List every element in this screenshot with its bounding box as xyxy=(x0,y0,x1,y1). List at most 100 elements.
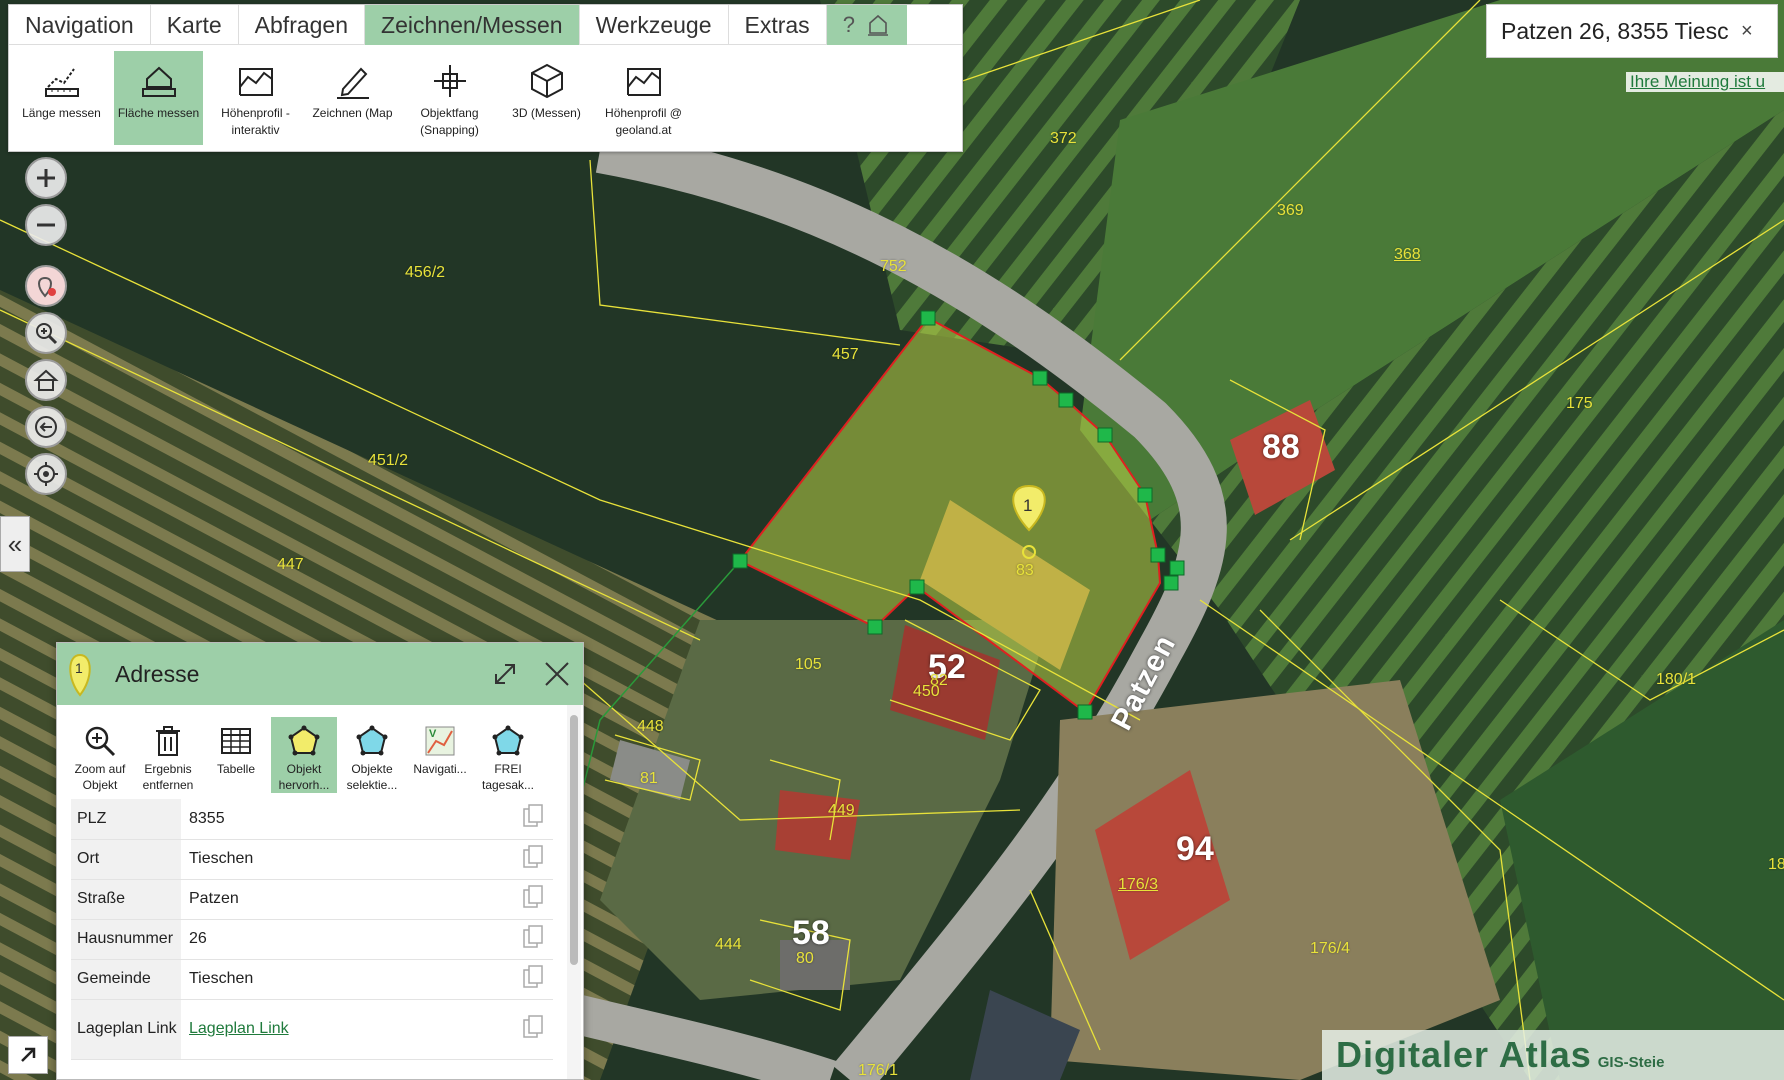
panel-scrollbar[interactable] xyxy=(567,705,581,1079)
attribute-value-cell: Tieschen xyxy=(181,959,513,1000)
tab-zeichnen-messen[interactable]: Zeichnen/Messen xyxy=(365,5,580,45)
house-number: 88 xyxy=(1262,428,1300,466)
tool-label: 3D (Messen) xyxy=(512,106,581,120)
zoom-box-button[interactable] xyxy=(25,312,67,354)
lageplan-link[interactable]: Lageplan Link xyxy=(189,1020,289,1037)
parcel-label: 456/2 xyxy=(405,264,446,281)
parcel-label: 105 xyxy=(795,656,822,673)
tool-label: Höhenprofil - interaktiv xyxy=(221,106,290,137)
area-measure-icon xyxy=(141,66,176,97)
pin-remove-icon xyxy=(38,276,56,298)
snapping-crosshair-icon xyxy=(433,65,466,97)
copy-button[interactable] xyxy=(513,799,553,840)
free-daily-button[interactable]: FREI tagesak... xyxy=(475,717,541,793)
attribute-key: PLZ xyxy=(71,799,181,840)
copy-icon xyxy=(523,804,543,827)
digitaler-atlas-logo: Digitaler Atlas GIS-Steie xyxy=(1322,1030,1784,1080)
tab-karte[interactable]: Karte xyxy=(151,5,239,45)
polygon-highlight-icon xyxy=(288,725,320,756)
cube-3d-icon xyxy=(530,63,563,99)
copy-button[interactable] xyxy=(513,839,553,880)
close-panel-button[interactable] xyxy=(531,648,583,700)
parcel-label: 444 xyxy=(715,936,742,953)
tool-snapping[interactable]: Objektfang (Snapping) xyxy=(405,51,494,145)
highlight-object-button[interactable]: Objekt hervorh... xyxy=(271,717,337,793)
tool-area-measure[interactable]: Fläche messen xyxy=(114,51,203,145)
copy-button[interactable] xyxy=(513,879,553,920)
parcel-label: 176/3 xyxy=(1118,876,1159,893)
collapse-panel-button[interactable]: « xyxy=(0,516,30,572)
feedback-link[interactable]: Ihre Meinung ist u xyxy=(1626,72,1784,92)
expand-panel-button[interactable] xyxy=(479,648,531,700)
house-number: 58 xyxy=(792,914,830,952)
attribute-table: PLZ 8355 Ort Tieschen Straße Patzen Hausnummer… xyxy=(71,799,553,1060)
previous-view-button[interactable] xyxy=(25,406,67,448)
tool-label: Navigati... xyxy=(413,762,467,776)
attribute-key: Straße xyxy=(71,879,181,920)
expand-corner-button[interactable] xyxy=(8,1036,48,1074)
select-objects-button[interactable]: Objekte selektie... xyxy=(339,717,405,793)
remove-marker-button[interactable] xyxy=(25,265,67,307)
copy-icon xyxy=(523,964,543,988)
tool-label: Zoom auf Objekt xyxy=(74,762,126,792)
zoom-out-button[interactable] xyxy=(25,204,67,246)
navigation-map-icon: V xyxy=(425,726,455,756)
parcel-label: 18 xyxy=(1768,856,1784,873)
parcel-label: 369 xyxy=(1277,202,1304,219)
panel-tools: Zoom auf Objekt Ergebnis entfernen Tabel… xyxy=(57,705,583,793)
close-icon xyxy=(545,662,569,686)
scrollbar-thumb[interactable] xyxy=(570,715,578,965)
attribute-value: 8355 xyxy=(189,809,225,827)
svg-text:V: V xyxy=(429,728,437,740)
table-button[interactable]: Tabelle xyxy=(203,717,269,793)
help-button[interactable]: ? xyxy=(826,5,907,45)
arrow-up-right-icon xyxy=(21,1047,36,1062)
tool-label: Objekt hervorh... xyxy=(278,762,330,792)
zoom-to-object-button[interactable]: Zoom auf Objekt xyxy=(67,717,133,793)
zoom-in-button[interactable] xyxy=(25,157,67,199)
search-input[interactable] xyxy=(1487,17,1737,45)
attribute-value-cell: 8355 xyxy=(181,799,513,840)
magnifier-icon xyxy=(36,323,58,345)
tab-werkzeuge[interactable]: Werkzeuge xyxy=(580,5,729,45)
panel-title: Adresse xyxy=(115,660,200,687)
attribute-row: Gemeinde Tieschen xyxy=(71,959,553,1000)
home-button[interactable] xyxy=(25,359,67,401)
attribute-key: Ort xyxy=(71,839,181,880)
tool-elevation-geoland[interactable]: Höhenprofil @ geoland.at xyxy=(599,51,688,145)
tool-label: Objektfang (Snapping) xyxy=(420,106,479,137)
tab-navigation[interactable]: Navigation xyxy=(9,5,151,45)
tool-draw[interactable]: Zeichnen (Map xyxy=(308,51,397,145)
parcel-label: 449 xyxy=(828,802,855,819)
parcel-label: 176/1 xyxy=(858,1062,899,1079)
parcel-label: 451/2 xyxy=(368,452,409,469)
locate-button[interactable] xyxy=(25,453,67,495)
tool-length-measure[interactable]: Länge messen xyxy=(17,51,106,145)
tool-elevation-profile[interactable]: Höhenprofil - interaktiv xyxy=(211,51,300,145)
logo-sub-text: GIS-Steie xyxy=(1597,1054,1665,1071)
attribute-value-cell: 26 xyxy=(181,919,513,960)
pin-number: 1 xyxy=(75,660,83,676)
ruler-length-icon xyxy=(44,68,79,97)
polygon-free-icon xyxy=(492,725,524,756)
tool-3d-measure[interactable]: 3D (Messen) xyxy=(502,51,591,145)
home-icon xyxy=(33,369,59,391)
remove-result-button[interactable]: Ergebnis entfernen xyxy=(135,717,201,793)
tab-extras[interactable]: Extras xyxy=(729,5,827,45)
trash-icon xyxy=(156,726,180,756)
back-arrow-icon xyxy=(35,416,57,438)
tool-label: Tabelle xyxy=(216,762,256,776)
attribute-value: Tieschen xyxy=(189,970,254,987)
tab-abfragen[interactable]: Abfragen xyxy=(239,5,366,45)
zoom-magnifier-icon xyxy=(85,726,116,757)
attribute-value-cell: Lageplan Link xyxy=(181,999,513,1060)
elevation-profile-geoland-icon xyxy=(626,68,661,96)
clear-search-button[interactable]: × xyxy=(1741,20,1753,43)
attribute-key: Gemeinde xyxy=(71,959,181,1000)
polygon-select-icon xyxy=(356,725,388,756)
attribute-row: Straße Patzen xyxy=(71,879,553,920)
copy-button[interactable] xyxy=(513,959,553,1000)
copy-button[interactable] xyxy=(513,999,553,1060)
copy-button[interactable] xyxy=(513,919,553,960)
navigation-button[interactable]: V Navigati... xyxy=(407,717,473,793)
